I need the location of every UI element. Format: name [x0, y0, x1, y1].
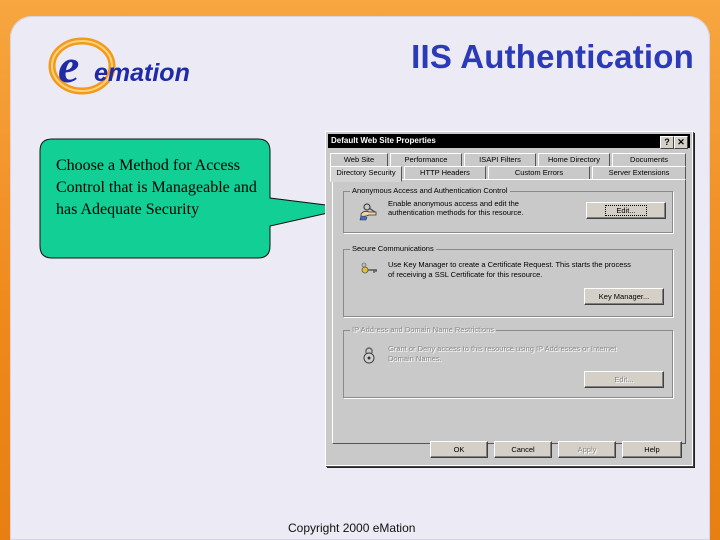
help-button[interactable]: Help — [622, 441, 682, 458]
copyright-text: Copyright 2000 eMation — [288, 521, 416, 535]
ok-button[interactable]: OK — [430, 441, 488, 458]
callout-text: Choose a Method for Access Control that … — [56, 157, 257, 218]
group-label: Anonymous Access and Authentication Cont… — [350, 186, 510, 195]
properties-dialog: Default Web Site Properties ? ✕ Web Site… — [325, 131, 693, 466]
ip-edit-button[interactable]: Edit... — [584, 371, 664, 388]
ip-text-line2: Domain Names. — [388, 354, 442, 363]
secure-text-line2: of receiving a SSL Certificate for this … — [388, 270, 543, 279]
ip-restrictions-group: IP Address and Domain Name Restrictions … — [343, 325, 673, 398]
tab-web-site[interactable]: Web Site — [330, 153, 388, 167]
slide-title: IIS Authentication — [411, 38, 694, 75]
tab-home-directory[interactable]: Home Directory — [538, 153, 610, 167]
key-hand-icon — [359, 203, 377, 221]
tab-performance[interactable]: Performance — [390, 153, 462, 167]
tab-custom-errors[interactable]: Custom Errors — [488, 166, 590, 180]
apply-button[interactable]: Apply — [558, 441, 616, 458]
lock-icon — [363, 347, 375, 364]
dialog-title: Default Web Site Properties — [331, 136, 436, 145]
close-button[interactable]: ✕ — [674, 136, 688, 149]
help-title-button[interactable]: ? — [660, 136, 674, 149]
emation-logo: e emation — [48, 37, 190, 95]
ip-text-line1: Grant or Deny access to this resource us… — [388, 344, 617, 353]
cancel-button[interactable]: Cancel — [494, 441, 552, 458]
tab-server-extensions[interactable]: Server Extensions — [592, 166, 686, 180]
svg-text:e: e — [58, 40, 79, 93]
anon-text-line2: authentication methods for this resource… — [388, 208, 524, 217]
anon-edit-button[interactable]: Edit... — [586, 202, 666, 219]
keys-icon — [361, 262, 377, 274]
secure-communications-group: Secure Communications Use Key Manager to… — [343, 244, 673, 317]
tab-documents[interactable]: Documents — [612, 153, 686, 167]
directory-security-page: Anonymous Access and Authentication Cont… — [332, 179, 686, 444]
key-manager-button[interactable]: Key Manager... — [584, 288, 664, 305]
logo-wordmark: emation — [94, 59, 190, 87]
secure-text-line1: Use Key Manager to create a Certificate … — [388, 260, 631, 269]
dialog-titlebar: Default Web Site Properties ? ✕ — [328, 134, 690, 149]
anonymous-access-group: Anonymous Access and Authentication Cont… — [343, 186, 673, 233]
slide-background: e emation IIS Authentication Choose a Me… — [0, 0, 720, 540]
tab-directory-security[interactable]: Directory Security — [330, 166, 402, 182]
group-label: IP Address and Domain Name Restrictions — [350, 325, 497, 334]
tab-isapi-filters[interactable]: ISAPI Filters — [464, 153, 536, 167]
tab-http-headers[interactable]: HTTP Headers — [404, 166, 486, 180]
group-label: Secure Communications — [350, 244, 436, 253]
